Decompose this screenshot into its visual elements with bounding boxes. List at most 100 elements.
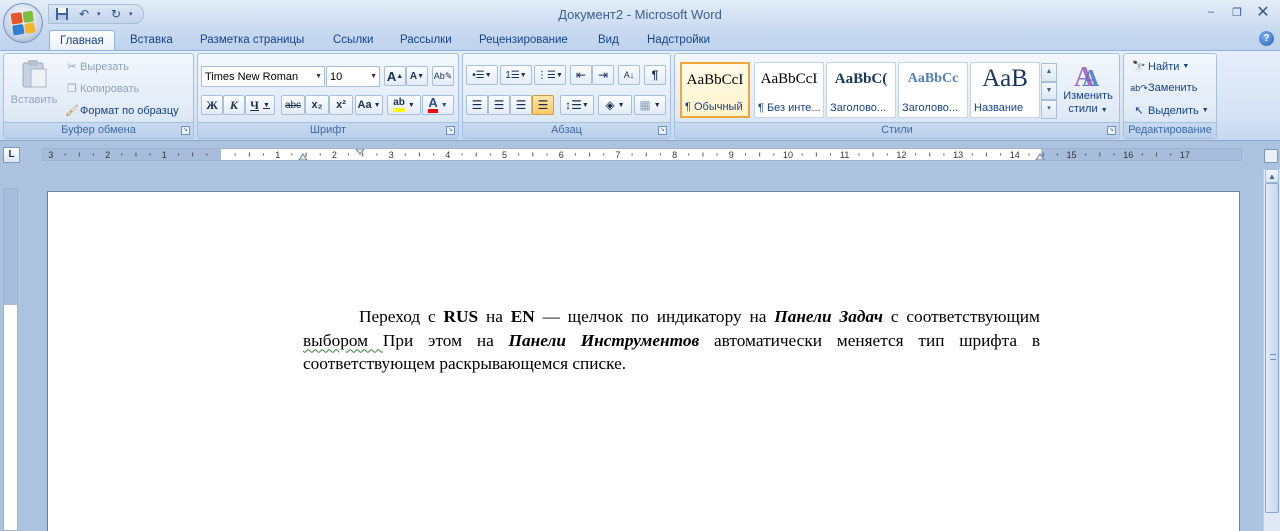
vertical-scrollbar[interactable]: ▲: [1263, 169, 1280, 531]
minimize-button[interactable]: –: [1198, 2, 1224, 22]
tab-page-layout[interactable]: Разметка страницы: [200, 30, 304, 50]
underline-button[interactable]: Ч ▼: [245, 95, 275, 115]
chevron-down-icon: ▼: [1201, 107, 1209, 114]
superscript-button[interactable]: x²: [329, 95, 353, 115]
vertical-ruler[interactable]: [3, 188, 18, 531]
align-center-button[interactable]: ☰: [488, 95, 510, 115]
tab-selector-button[interactable]: L: [3, 147, 20, 163]
format-painter-button[interactable]: 🖌 Формат по образцу: [64, 104, 179, 118]
tab-mailings[interactable]: Рассылки: [400, 30, 452, 50]
shrink-font-button[interactable]: A ▼: [406, 66, 428, 86]
style-name: ¶ Обычный: [685, 101, 743, 113]
ruler-label: 12: [896, 150, 906, 160]
font-size-combo[interactable]: 10 ▼: [326, 66, 380, 87]
style-title[interactable]: AaB Название: [970, 62, 1040, 118]
style-no-spacing[interactable]: AaBbCcI ¶ Без инте...: [754, 62, 824, 118]
bold-button[interactable]: Ж: [201, 95, 223, 115]
clear-formatting-button[interactable]: Ab✎: [432, 66, 454, 86]
decrease-indent-button[interactable]: ⇤: [570, 65, 592, 85]
gallery-up-icon[interactable]: ▲: [1041, 63, 1057, 82]
ruler-label: 13: [953, 150, 963, 160]
ribbon-tabs: Главная Вставка Разметка страницы Ссылки…: [0, 30, 1280, 51]
document-paragraph[interactable]: Переход с RUS на EN — щелчок по индикато…: [303, 305, 1040, 376]
clipboard-launcher-icon[interactable]: ↘: [181, 126, 190, 135]
align-center-icon: ☰: [493, 98, 505, 112]
style-heading-1[interactable]: AaBbC( Заголово...: [826, 62, 896, 118]
show-marks-button[interactable]: ¶: [644, 65, 666, 85]
grow-font-button[interactable]: A ▲: [384, 66, 406, 86]
decrease-indent-icon: ⇤: [575, 68, 587, 82]
justify-button[interactable]: ☰: [532, 95, 554, 115]
italic-button[interactable]: К: [223, 95, 245, 115]
ruler-label: 14: [1010, 150, 1020, 160]
highlight-button[interactable]: ab ▼: [387, 95, 421, 115]
tab-view[interactable]: Вид: [598, 30, 619, 50]
justify-icon: ☰: [537, 98, 549, 112]
tab-references[interactable]: Ссылки: [333, 30, 374, 50]
shrink-font-icon: A: [409, 70, 418, 82]
tab-review[interactable]: Рецензирование: [479, 30, 568, 50]
style-normal[interactable]: AaBbCcI ¶ Обычный: [680, 62, 750, 118]
change-case-icon: Aa: [357, 99, 372, 111]
style-sample: AaBbC(: [834, 71, 888, 87]
shading-button[interactable]: ◈ ▼: [598, 95, 632, 115]
style-heading-2[interactable]: AaBbCc Заголово...: [898, 62, 968, 118]
ruler-label: 3: [389, 150, 394, 160]
tab-insert[interactable]: Вставка: [130, 30, 173, 50]
cut-button[interactable]: ✂ Вырезать: [64, 60, 129, 74]
clipboard-group: Вставить ✂ Вырезать ❐ Копировать 🖌 Форма…: [3, 53, 194, 139]
subscript-button[interactable]: x₂: [305, 95, 329, 115]
borders-button[interactable]: ▦ ▼: [634, 95, 666, 115]
numbering-button[interactable]: 1☰ ▼: [500, 65, 532, 85]
replace-button[interactable]: ab↷ Заменить: [1130, 82, 1197, 94]
text-run: При этом на: [382, 330, 509, 350]
increase-indent-button[interactable]: ⇥: [592, 65, 614, 85]
select-button[interactable]: ↖ Выделить ▼: [1130, 104, 1209, 118]
multilevel-list-icon: ⋮☰: [537, 69, 557, 81]
change-case-button[interactable]: Aa ▼: [355, 95, 383, 115]
tab-addins[interactable]: Надстройки: [647, 30, 710, 50]
paste-button[interactable]: Вставить: [9, 58, 59, 118]
scissors-icon: ✂: [67, 61, 77, 73]
style-sample: AaBbCcI: [760, 71, 818, 87]
strikethrough-button[interactable]: abc: [281, 95, 305, 115]
ruler-label: 9: [729, 150, 734, 160]
paragraph-launcher-icon[interactable]: ↘: [658, 126, 667, 135]
close-button[interactable]: ✕: [1250, 2, 1276, 22]
text-run: на: [478, 307, 511, 326]
scrollbar-thumb[interactable]: [1265, 183, 1279, 513]
ruler-label: 10: [783, 150, 793, 160]
gallery-more-icon[interactable]: ▾: [1041, 100, 1057, 120]
tab-home[interactable]: Главная: [49, 30, 115, 51]
align-right-button[interactable]: ☰: [510, 95, 532, 115]
grip-icon: [1270, 354, 1276, 360]
ruler-ticks: 3 2 1 1 2 3 4 5 6 7 8 9 10 11 12 13 14 15 16 17: [48, 149, 1190, 160]
copy-button[interactable]: ❐ Копировать: [64, 82, 139, 96]
chevron-down-icon: ▼: [370, 73, 377, 80]
styles-group-label: Стили: [675, 122, 1119, 138]
find-button[interactable]: 🔭 Найти ▼: [1130, 60, 1189, 74]
horizontal-ruler[interactable]: 3 2 1 1 2 3 4 5 6 7 8 9 10 11 12 13 14 15 16 17: [42, 148, 1242, 161]
font-color-icon: A: [428, 96, 438, 113]
multilevel-list-button[interactable]: ⋮☰ ▼: [534, 65, 566, 85]
bullets-button[interactable]: •☰ ▼: [466, 65, 498, 85]
view-ruler-icon[interactable]: [1264, 149, 1278, 163]
font-family-combo[interactable]: Times New Roman ▼: [201, 66, 325, 87]
font-group: Times New Roman ▼ 10 ▼ A ▲ A ▼ Ab✎ Ж К Ч ▼ …: [197, 53, 459, 139]
office-button[interactable]: [3, 3, 43, 43]
sort-button[interactable]: A↓: [618, 65, 640, 85]
ruler-label: 15: [1066, 150, 1076, 160]
styles-launcher-icon[interactable]: ↘: [1107, 126, 1116, 135]
gallery-down-icon[interactable]: ▼: [1041, 81, 1057, 101]
bold-run: EN: [510, 307, 535, 326]
scroll-up-icon[interactable]: ▲: [1265, 169, 1279, 183]
restore-button[interactable]: ❐: [1224, 2, 1250, 22]
help-icon[interactable]: ?: [1259, 31, 1274, 46]
font-color-button[interactable]: A ▼: [422, 95, 454, 115]
line-spacing-button[interactable]: ↕☰ ▼: [560, 95, 594, 115]
align-left-button[interactable]: ☰: [466, 95, 488, 115]
text-run: с соответствующим: [883, 307, 1040, 326]
increase-indent-icon: ⇥: [597, 68, 609, 82]
font-launcher-icon[interactable]: ↘: [446, 126, 455, 135]
change-styles-button[interactable]: AA Изменить стили ▼: [1059, 60, 1117, 122]
